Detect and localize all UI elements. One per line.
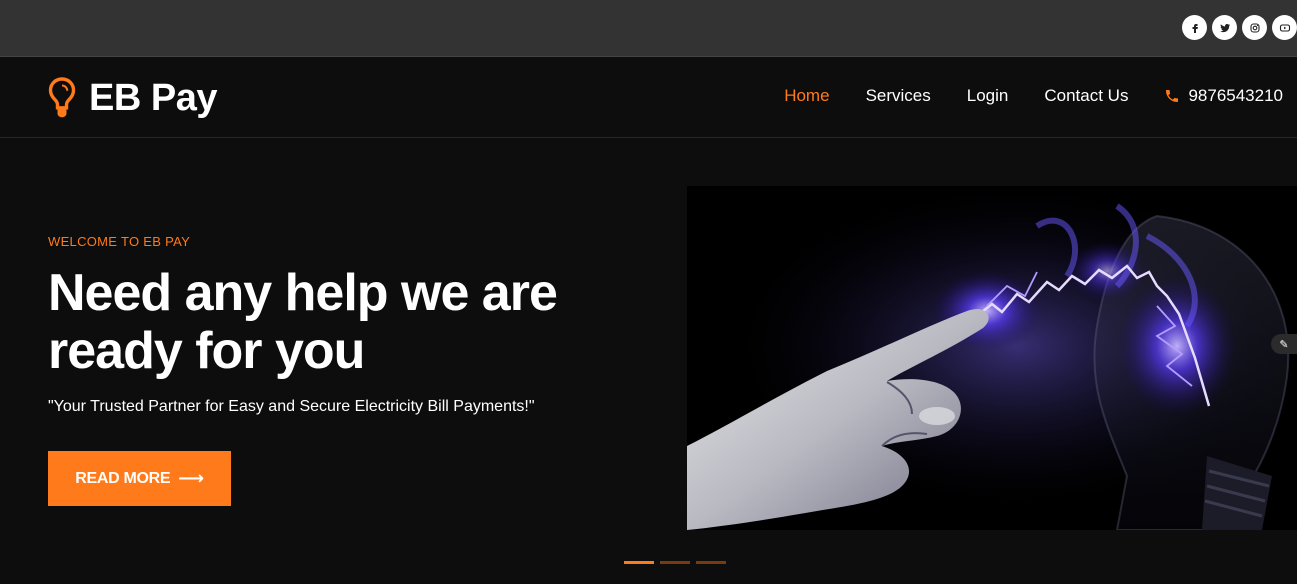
phone-contact[interactable]: 9876543210 — [1164, 86, 1283, 106]
top-bar — [0, 0, 1297, 57]
instagram-icon[interactable] — [1242, 15, 1267, 40]
hero-eyebrow: WELCOME TO EB PAY — [48, 234, 191, 249]
hero-headline-line-2: ready for you — [48, 322, 365, 380]
hero-headline: Need any help we are ready for you — [48, 264, 628, 380]
read-more-button[interactable]: READ MORE ⟶ — [48, 451, 231, 506]
facebook-icon[interactable] — [1182, 15, 1207, 40]
main-navbar: EB Pay Home Services Login Contact Us 98… — [0, 57, 1297, 138]
nav-item-services[interactable]: Services — [866, 86, 931, 106]
lightbulb-icon — [48, 77, 76, 118]
nav-item-contact-us[interactable]: Contact Us — [1044, 86, 1128, 106]
hero-tagline: "Your Trusted Partner for Easy and Secur… — [48, 398, 535, 415]
nav-item-home[interactable]: Home — [784, 86, 829, 106]
hero-headline-line-1: Need any help we are — [48, 264, 558, 322]
youtube-icon[interactable] — [1272, 15, 1297, 40]
phone-number: 9876543210 — [1188, 86, 1283, 105]
slider-pagination — [624, 561, 726, 564]
hand-lightbulb-illustration — [687, 186, 1297, 530]
slider-dot-2[interactable] — [660, 561, 690, 564]
magic-wand-icon[interactable]: ✎ — [1271, 334, 1297, 354]
twitter-icon[interactable] — [1212, 15, 1237, 40]
phone-icon — [1166, 90, 1179, 102]
brand-logo[interactable]: EB Pay — [47, 76, 217, 120]
social-links — [1182, 15, 1297, 40]
arrow-right-icon: ⟶ — [178, 468, 204, 488]
nav-menu: Home Services Login Contact Us 987654321… — [748, 86, 1283, 106]
nav-item-login[interactable]: Login — [967, 86, 1009, 106]
hero-image — [687, 186, 1297, 530]
slider-dot-1[interactable] — [624, 561, 654, 564]
brand-name: EB Pay — [89, 76, 217, 119]
hero-content: WELCOME TO EB PAY Need any help we are r… — [48, 234, 628, 416]
slider-dot-3[interactable] — [696, 561, 726, 564]
read-more-label: READ MORE — [75, 469, 171, 487]
